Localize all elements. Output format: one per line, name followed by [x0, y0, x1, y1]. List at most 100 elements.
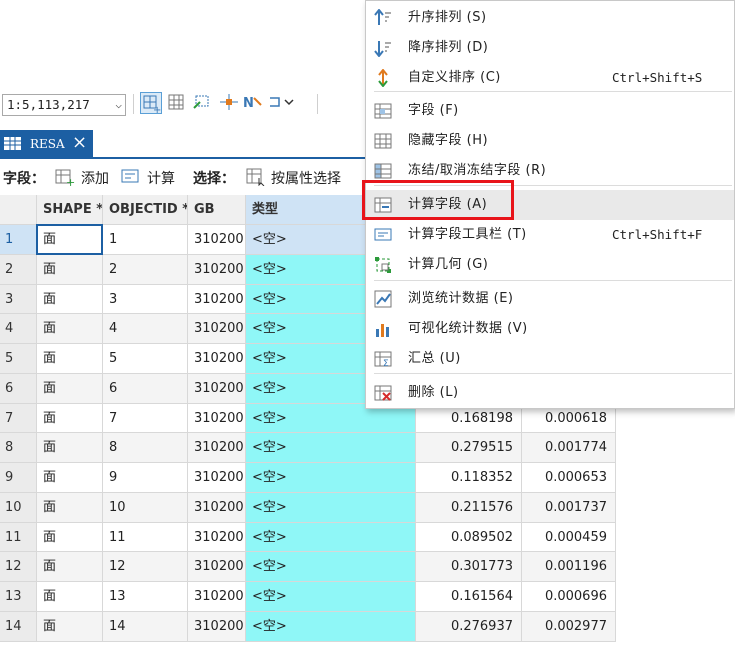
switch-selection-button[interactable]: N	[242, 92, 264, 114]
row-number[interactable]: 10	[0, 492, 37, 523]
type-cell[interactable]: <空>	[246, 522, 416, 553]
gb-cell[interactable]: 310200	[188, 314, 246, 344]
gb-cell[interactable]: 310200	[188, 463, 246, 493]
type-cell[interactable]: <空>	[246, 463, 416, 493]
menu-item-sort-descending[interactable]: 降序排列 (D)	[366, 33, 734, 63]
shape-cell[interactable]: 面	[37, 254, 103, 285]
menu-item-delete-field[interactable]: 删除 (L)	[366, 378, 734, 408]
menu-item-sort-ascending[interactable]: 升序排列 (S)	[366, 3, 734, 33]
row-number[interactable]: 13	[0, 582, 37, 612]
row-number[interactable]: 7	[0, 403, 37, 434]
type-cell[interactable]: <空>	[246, 492, 416, 523]
objectid-cell[interactable]: 8	[103, 433, 188, 463]
row-number[interactable]: 3	[0, 284, 37, 315]
row-number[interactable]: 2	[0, 254, 37, 285]
scale-dropdown[interactable]: 1:5,113,217 ⌵	[2, 94, 126, 116]
objectid-cell[interactable]: 11	[103, 522, 188, 553]
row-number[interactable]: 1	[0, 225, 37, 255]
type-cell[interactable]: <空>	[246, 611, 416, 642]
shape-cell[interactable]: 面	[37, 225, 103, 255]
objectid-cell[interactable]: 4	[103, 314, 188, 344]
gb-cell[interactable]: 310200	[188, 522, 246, 553]
gb-cell[interactable]: 310200	[188, 373, 246, 404]
value-cell[interactable]: 0.001196	[522, 552, 616, 582]
objectid-cell[interactable]: 6	[103, 373, 188, 404]
objectid-cell[interactable]: 13	[103, 582, 188, 612]
shape-cell[interactable]: 面	[37, 582, 103, 612]
menu-item-calculate-geometry[interactable]: 计算几何 (G)	[366, 250, 734, 280]
shape-cell[interactable]: 面	[37, 373, 103, 404]
row-number[interactable]: 5	[0, 344, 37, 374]
shape-cell[interactable]: 面	[37, 344, 103, 374]
row-number[interactable]: 8	[0, 433, 37, 463]
objectid-cell[interactable]: 14	[103, 611, 188, 642]
row-number[interactable]: 6	[0, 373, 37, 404]
menu-item-summarize[interactable]: Σ 汇总 (U)	[366, 344, 734, 374]
value-cell[interactable]: 0.000696	[522, 582, 616, 612]
switch-view-button[interactable]: +	[140, 92, 162, 116]
menu-item-statistics[interactable]: 浏览统计数据 (E)	[366, 284, 734, 314]
header-gb[interactable]: GB	[188, 195, 246, 225]
close-icon[interactable]: ×	[72, 133, 87, 153]
shape-cell[interactable]: 面	[37, 463, 103, 493]
shape-cell[interactable]: 面	[37, 403, 103, 434]
gb-cell[interactable]: 310200	[188, 433, 246, 463]
row-number[interactable]: 9	[0, 463, 37, 493]
menu-item-visualize-statistics[interactable]: 可视化统计数据 (V)	[366, 314, 734, 344]
shape-cell[interactable]: 面	[37, 284, 103, 315]
menu-item-calculate-toolbar[interactable]: 计算字段工具栏 (T) Ctrl+Shift+F	[366, 220, 734, 250]
row-number[interactable]: 4	[0, 314, 37, 344]
row-number[interactable]: 14	[0, 611, 37, 642]
type-cell[interactable]: <空>	[246, 582, 416, 612]
header-objectid[interactable]: OBJECTID *	[103, 195, 188, 225]
select-by-attributes-button[interactable]: 按属性选择	[271, 168, 341, 188]
gb-cell[interactable]: 310200	[188, 254, 246, 285]
value-cell[interactable]: 0.002977	[522, 611, 616, 642]
shape-cell[interactable]: 面	[37, 552, 103, 582]
objectid-cell[interactable]: 3	[103, 284, 188, 315]
value-cell[interactable]: 0.089502	[416, 522, 522, 553]
value-cell[interactable]: 0.000459	[522, 522, 616, 553]
more-options-button[interactable]	[266, 92, 294, 114]
zoom-to-button[interactable]	[192, 92, 214, 114]
menu-item-hide-field[interactable]: 隐藏字段 (H)	[366, 126, 734, 156]
gb-cell[interactable]: 310200	[188, 492, 246, 523]
shape-cell[interactable]: 面	[37, 611, 103, 642]
header-type[interactable]: 类型	[246, 195, 370, 225]
gb-cell[interactable]: 310200	[188, 344, 246, 374]
gb-cell[interactable]: 310200	[188, 403, 246, 434]
shape-cell[interactable]: 面	[37, 433, 103, 463]
value-cell[interactable]: 0.001737	[522, 492, 616, 523]
value-cell[interactable]: 0.161564	[416, 582, 522, 612]
objectid-cell[interactable]: 10	[103, 492, 188, 523]
header-shape[interactable]: SHAPE *	[37, 195, 103, 225]
objectid-cell[interactable]: 5	[103, 344, 188, 374]
value-cell[interactable]: 0.211576	[416, 492, 522, 523]
type-cell[interactable]: <空>	[246, 552, 416, 582]
gb-cell[interactable]: 310200	[188, 552, 246, 582]
objectid-cell[interactable]: 12	[103, 552, 188, 582]
value-cell[interactable]: 0.276937	[416, 611, 522, 642]
calculate-button[interactable]: 计算	[147, 168, 175, 188]
objectid-cell[interactable]: 1	[103, 225, 188, 255]
gb-cell[interactable]: 310200	[188, 611, 246, 642]
menu-item-custom-sort[interactable]: 自定义排序 (C) Ctrl+Shift+S	[366, 63, 734, 93]
value-cell[interactable]: 0.301773	[416, 552, 522, 582]
gb-cell[interactable]: 310200	[188, 284, 246, 315]
pan-to-button[interactable]	[218, 92, 240, 114]
objectid-cell[interactable]: 2	[103, 254, 188, 285]
table-tab-resa[interactable]: RESA ×	[0, 130, 93, 158]
add-field-button[interactable]: 添加	[81, 168, 109, 188]
type-cell[interactable]: <空>	[246, 433, 416, 463]
value-cell[interactable]: 0.000653	[522, 463, 616, 493]
value-cell[interactable]: 0.001774	[522, 433, 616, 463]
grid-view-button[interactable]	[166, 92, 188, 114]
menu-item-fields[interactable]: 字段 (F)	[366, 96, 734, 126]
gb-cell[interactable]: 310200	[188, 582, 246, 612]
value-cell[interactable]: 0.279515	[416, 433, 522, 463]
row-number[interactable]: 12	[0, 552, 37, 582]
value-cell[interactable]: 0.118352	[416, 463, 522, 493]
shape-cell[interactable]: 面	[37, 522, 103, 553]
objectid-cell[interactable]: 7	[103, 403, 188, 434]
row-number[interactable]: 11	[0, 522, 37, 553]
